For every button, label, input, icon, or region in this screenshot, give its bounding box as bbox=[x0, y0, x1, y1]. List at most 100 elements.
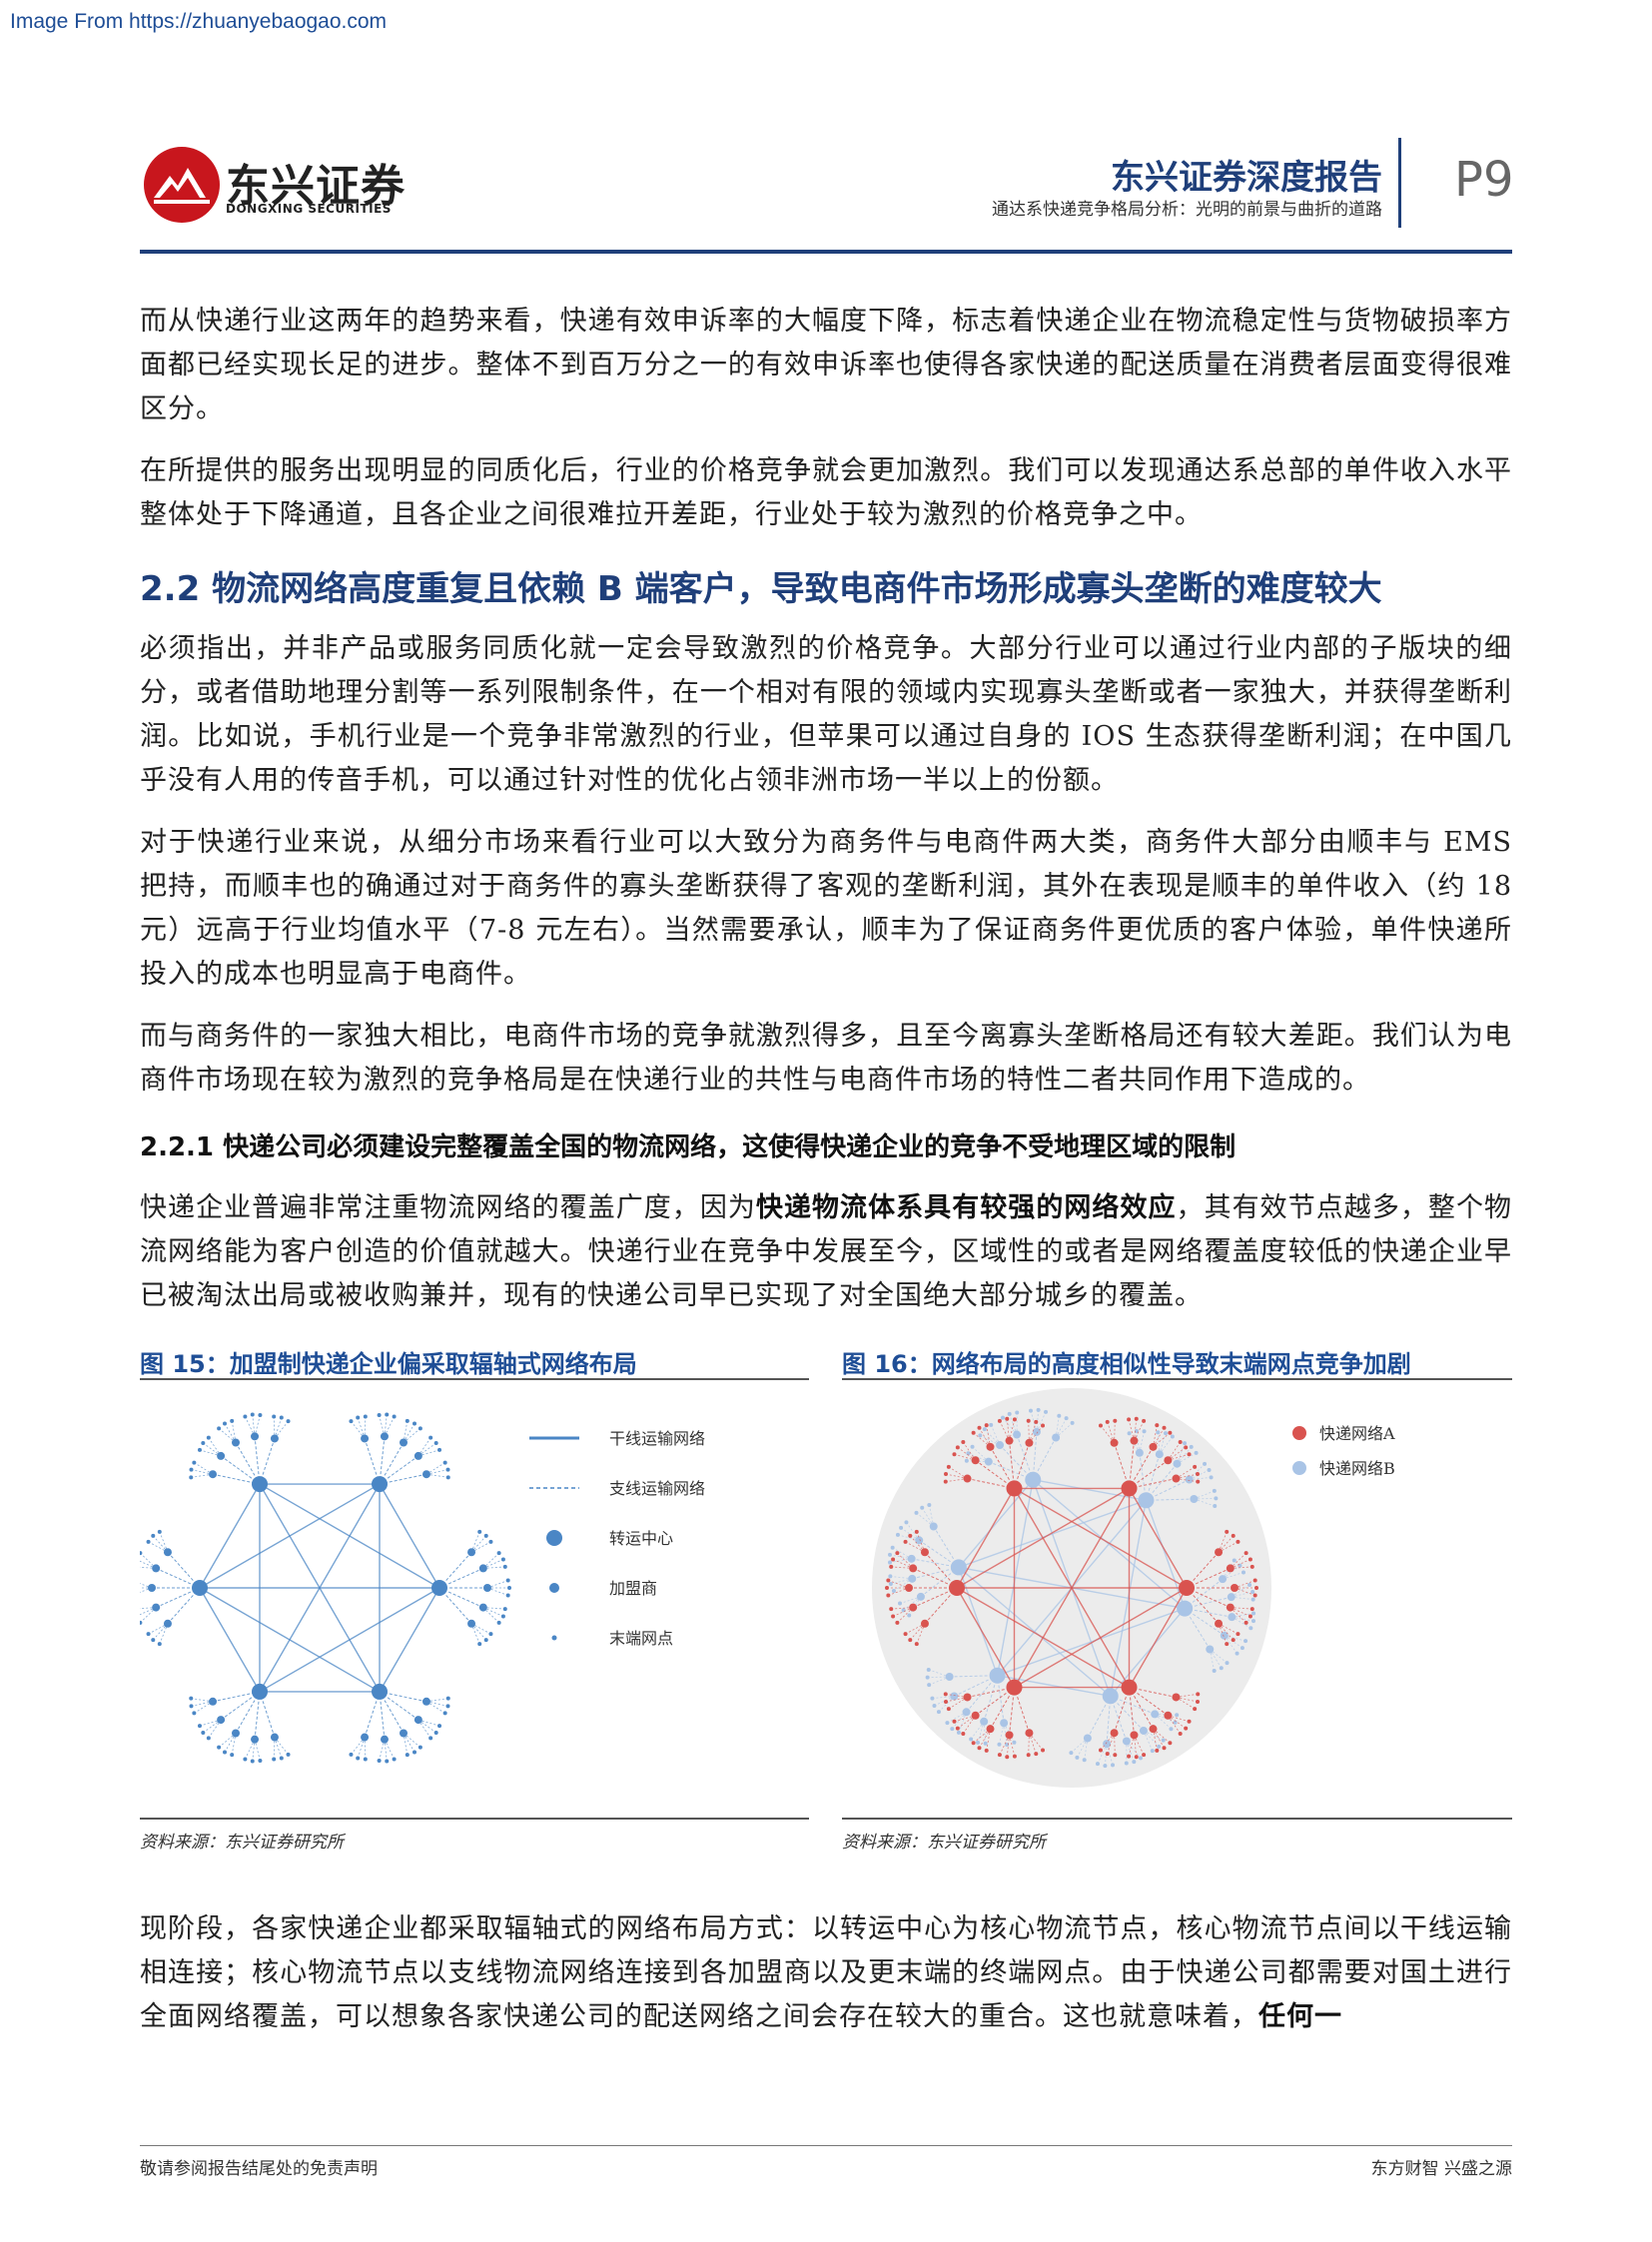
fig16-a-hub-node bbox=[1179, 1580, 1195, 1596]
fig15-terminal-node bbox=[433, 1440, 438, 1445]
fig15-terminal-node bbox=[507, 1586, 511, 1590]
fig15-terminal-node bbox=[243, 1757, 248, 1762]
fig15-franchisee-node bbox=[400, 1729, 408, 1738]
fig16-b-terminal-node bbox=[1248, 1626, 1253, 1631]
fig16-a-terminal-node bbox=[1196, 1472, 1201, 1477]
fig16-a-terminal-node bbox=[1193, 1464, 1198, 1469]
fig16-a-terminal-node bbox=[1113, 1418, 1118, 1423]
fig15-franchisee-node bbox=[152, 1603, 161, 1612]
fig16-b-terminal-node bbox=[1243, 1639, 1248, 1644]
fig16-b-terminal-node bbox=[1232, 1558, 1237, 1563]
fig16-a-franchisee-node bbox=[920, 1619, 929, 1628]
fig16-a-franchisee-node bbox=[1215, 1619, 1224, 1628]
paragraph-4: 对于快递行业来说，从细分市场来看行业可以大致分为商务件与电商件两大类，商务件大部… bbox=[140, 827, 1512, 990]
legend-franchisee-icon bbox=[549, 1583, 559, 1593]
fig16-a-terminal-node bbox=[1196, 1479, 1201, 1484]
fig16-b-terminal-node bbox=[1127, 1431, 1132, 1436]
fig16-a-terminal-node bbox=[1155, 1748, 1160, 1753]
section-heading-2-2-1: 2.2.1 快递公司必须建设完整覆盖全国的物流网络，这使得快递企业的竞争不受地理… bbox=[140, 1132, 1237, 1162]
fig16-b-terminal-node bbox=[1156, 1430, 1161, 1435]
figure-15-legend-label: 转运中心 bbox=[609, 1529, 673, 1548]
fig15-terminal-node bbox=[286, 1752, 291, 1757]
fig15-terminal-node bbox=[192, 1711, 197, 1716]
fig16-a-terminal-node bbox=[955, 1726, 960, 1731]
fig16-a-terminal-node bbox=[891, 1614, 896, 1619]
fig16-a-terminal-node bbox=[885, 1586, 889, 1590]
fig16-a-franchisee-node bbox=[905, 1584, 913, 1592]
fig16-b-hub-node bbox=[989, 1667, 1006, 1684]
fig16-b-terminal-node bbox=[899, 1525, 904, 1530]
fig16-b-terminal-node bbox=[1241, 1570, 1246, 1575]
fig16-b-terminal-node bbox=[1170, 1434, 1175, 1439]
fig16-b-terminal-node bbox=[1235, 1651, 1239, 1656]
fig16-a-terminal-node bbox=[1105, 1752, 1110, 1757]
fig16-b-franchisee-node bbox=[945, 1672, 954, 1681]
fig16-b-terminal-node bbox=[936, 1710, 941, 1715]
fig15-terminal-node bbox=[279, 1415, 284, 1420]
fig16-a-terminal-node bbox=[943, 1479, 948, 1484]
fig15-terminal-node bbox=[140, 1551, 143, 1556]
figure-15-bottom-rule bbox=[140, 1818, 809, 1820]
fig16-b-terminal-node bbox=[1183, 1441, 1188, 1446]
fig16-a-terminal-node bbox=[1178, 1731, 1183, 1736]
figure-16-overlapping-networks-diagram: 快递网络A 快递网络B bbox=[872, 1388, 1395, 1788]
fig15-terminal-node bbox=[272, 1414, 277, 1419]
fig16-a-terminal-node bbox=[889, 1564, 894, 1569]
fig16-a-hub-node bbox=[1006, 1480, 1023, 1497]
fig16-b-franchisee-node bbox=[984, 1457, 993, 1466]
fig16-b-terminal-node bbox=[978, 1433, 983, 1438]
fig16-b-terminal-node bbox=[895, 1532, 900, 1537]
fig16-a-terminal-node bbox=[1113, 1753, 1118, 1758]
fig16-b-terminal-node bbox=[891, 1589, 896, 1594]
paragraph-6: 快递企业普遍非常注重物流网络的覆盖广度，因为快递物流体系具有较强的网络效应，其有… bbox=[140, 1186, 1512, 1318]
fig16-a-terminal-node bbox=[1187, 1452, 1192, 1457]
paragraph-5: 而与商务件的一家独大相比，电商件市场的竞争就激烈得多，且至今离寡头垄断格局还有较… bbox=[140, 1021, 1512, 1096]
fig16-b-terminal-node bbox=[920, 1505, 925, 1510]
fig15-hub-node bbox=[252, 1476, 268, 1493]
fig16-b-terminal-node bbox=[1251, 1611, 1256, 1616]
figure-16-legend-label: 快递网络B bbox=[1319, 1459, 1395, 1478]
fig15-terminal-node bbox=[189, 1467, 194, 1472]
fig16-a-terminal-node bbox=[1187, 1719, 1192, 1724]
fig16-a-hub-node bbox=[1121, 1679, 1138, 1696]
fig16-a-terminal-node bbox=[971, 1430, 976, 1435]
fig16-b-terminal-node bbox=[932, 1703, 937, 1708]
fig16-b-terminal-node bbox=[1175, 1713, 1180, 1718]
figure-15-title: 图 15：加盟制快递企业偏采取辐轴式网络布局 bbox=[140, 1350, 637, 1378]
fig15-terminal-node bbox=[405, 1753, 410, 1758]
fig16-b-terminal-node bbox=[950, 1727, 955, 1732]
fig16-a-franchisee-node bbox=[971, 1711, 980, 1720]
fig15-terminal-node bbox=[223, 1421, 227, 1426]
fig16-b-franchisee-node bbox=[1151, 1710, 1160, 1719]
page-number: P9 bbox=[1454, 152, 1514, 208]
fig16-a-terminal-node bbox=[886, 1578, 891, 1583]
fig15-terminal-node bbox=[500, 1614, 505, 1619]
fig15-terminal-node bbox=[417, 1745, 422, 1750]
fig16-a-terminal-node bbox=[1168, 1430, 1173, 1435]
paragraph-6-emphasis: 快递物流体系具有较强的网络效应 bbox=[755, 1192, 1177, 1223]
fig16-b-terminal-node bbox=[1150, 1749, 1155, 1754]
fig16-a-terminal-node bbox=[1098, 1748, 1103, 1753]
fig16-b-terminal-node bbox=[930, 1696, 935, 1701]
fig15-terminal-node bbox=[477, 1642, 482, 1647]
fig16-b-terminal-node bbox=[976, 1740, 981, 1745]
paragraph-7: 现阶段，各家快递企业都采取辐轴式的网络布局方式：以转运中心为核心物流节点，核心物… bbox=[140, 1907, 1512, 2039]
figure-15-legend-label: 干线运输网络 bbox=[609, 1429, 705, 1448]
fig16-b-franchisee-node bbox=[1228, 1613, 1237, 1622]
fig15-terminal-node bbox=[392, 1757, 397, 1762]
fig16-b-terminal-node bbox=[1225, 1661, 1230, 1666]
fig16-a-terminal-node bbox=[943, 1699, 948, 1704]
fig16-a-franchisee-node bbox=[1172, 1693, 1181, 1702]
fig15-franchisee-node bbox=[148, 1584, 156, 1592]
fig16-b-terminal-node bbox=[927, 1683, 932, 1688]
fig16-a-terminal-node bbox=[946, 1707, 951, 1712]
fig16-b-terminal-node bbox=[926, 1668, 931, 1673]
figure-15-hub-spoke-network-diagram: 干线运输网络支线运输网络转运中心加盟商末端网点 bbox=[140, 1412, 705, 1764]
fig16-a-terminal-node bbox=[895, 1551, 900, 1556]
fig15-terminal-node bbox=[206, 1736, 211, 1741]
fig16-a-terminal-node bbox=[943, 1472, 948, 1477]
fig15-hub-node bbox=[431, 1580, 447, 1596]
fig16-b-terminal-node bbox=[989, 1422, 994, 1427]
fig16-b-franchisee-node bbox=[929, 1522, 938, 1531]
fig16-a-terminal-node bbox=[1193, 1707, 1198, 1712]
